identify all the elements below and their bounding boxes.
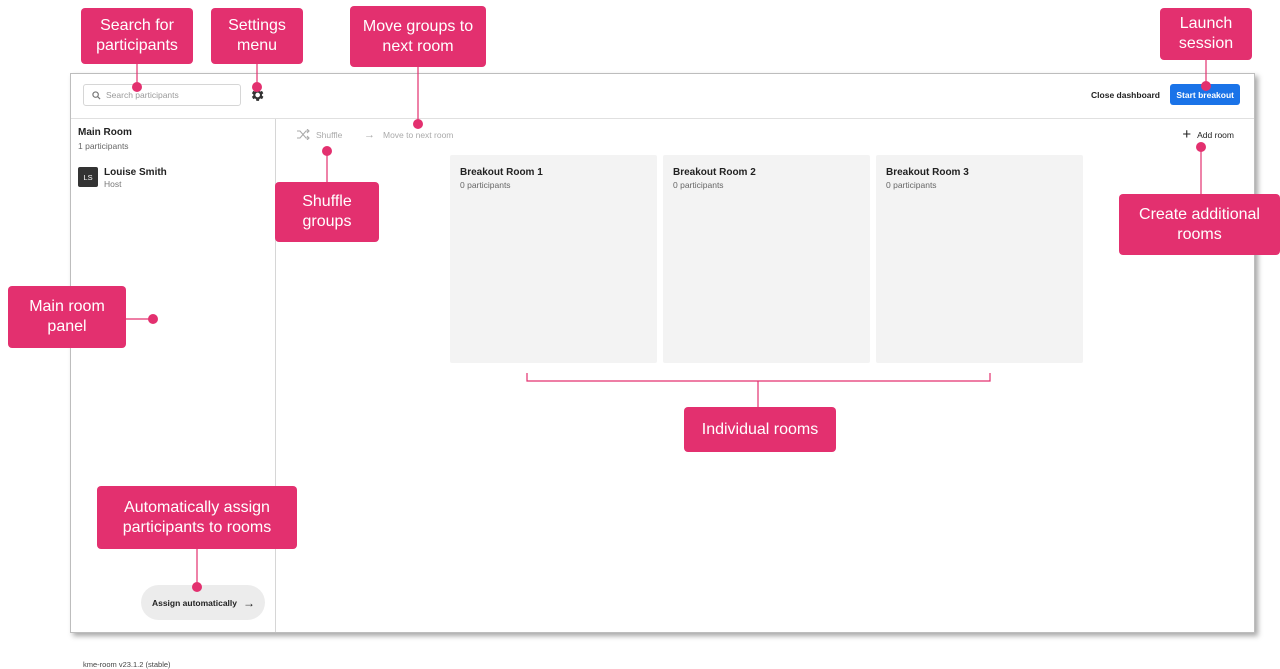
- callout-individual-rooms: Individual rooms: [684, 407, 836, 452]
- annotation-dot: [322, 146, 332, 156]
- callout-shuffle: Shuffle groups: [275, 182, 379, 242]
- annotation-dot: [148, 314, 158, 324]
- annotation-dot: [252, 82, 262, 92]
- callout-search: Search for participants: [81, 8, 193, 64]
- annotation-dot: [1201, 81, 1211, 91]
- callout-main-panel: Main room panel: [8, 286, 126, 348]
- callout-assign: Automatically assign participants to roo…: [97, 486, 297, 549]
- callout-move: Move groups to next room: [350, 6, 486, 67]
- annotation-dot: [1196, 142, 1206, 152]
- callout-create-rooms: Create additional rooms: [1119, 194, 1280, 255]
- callout-launch: Launch session: [1160, 8, 1252, 60]
- annotation-dot: [132, 82, 142, 92]
- version-label: kme-room v23.1.2 (stable): [83, 660, 171, 669]
- callout-settings: Settings menu: [211, 8, 303, 64]
- annotation-dot: [192, 582, 202, 592]
- annotation-dot: [413, 119, 423, 129]
